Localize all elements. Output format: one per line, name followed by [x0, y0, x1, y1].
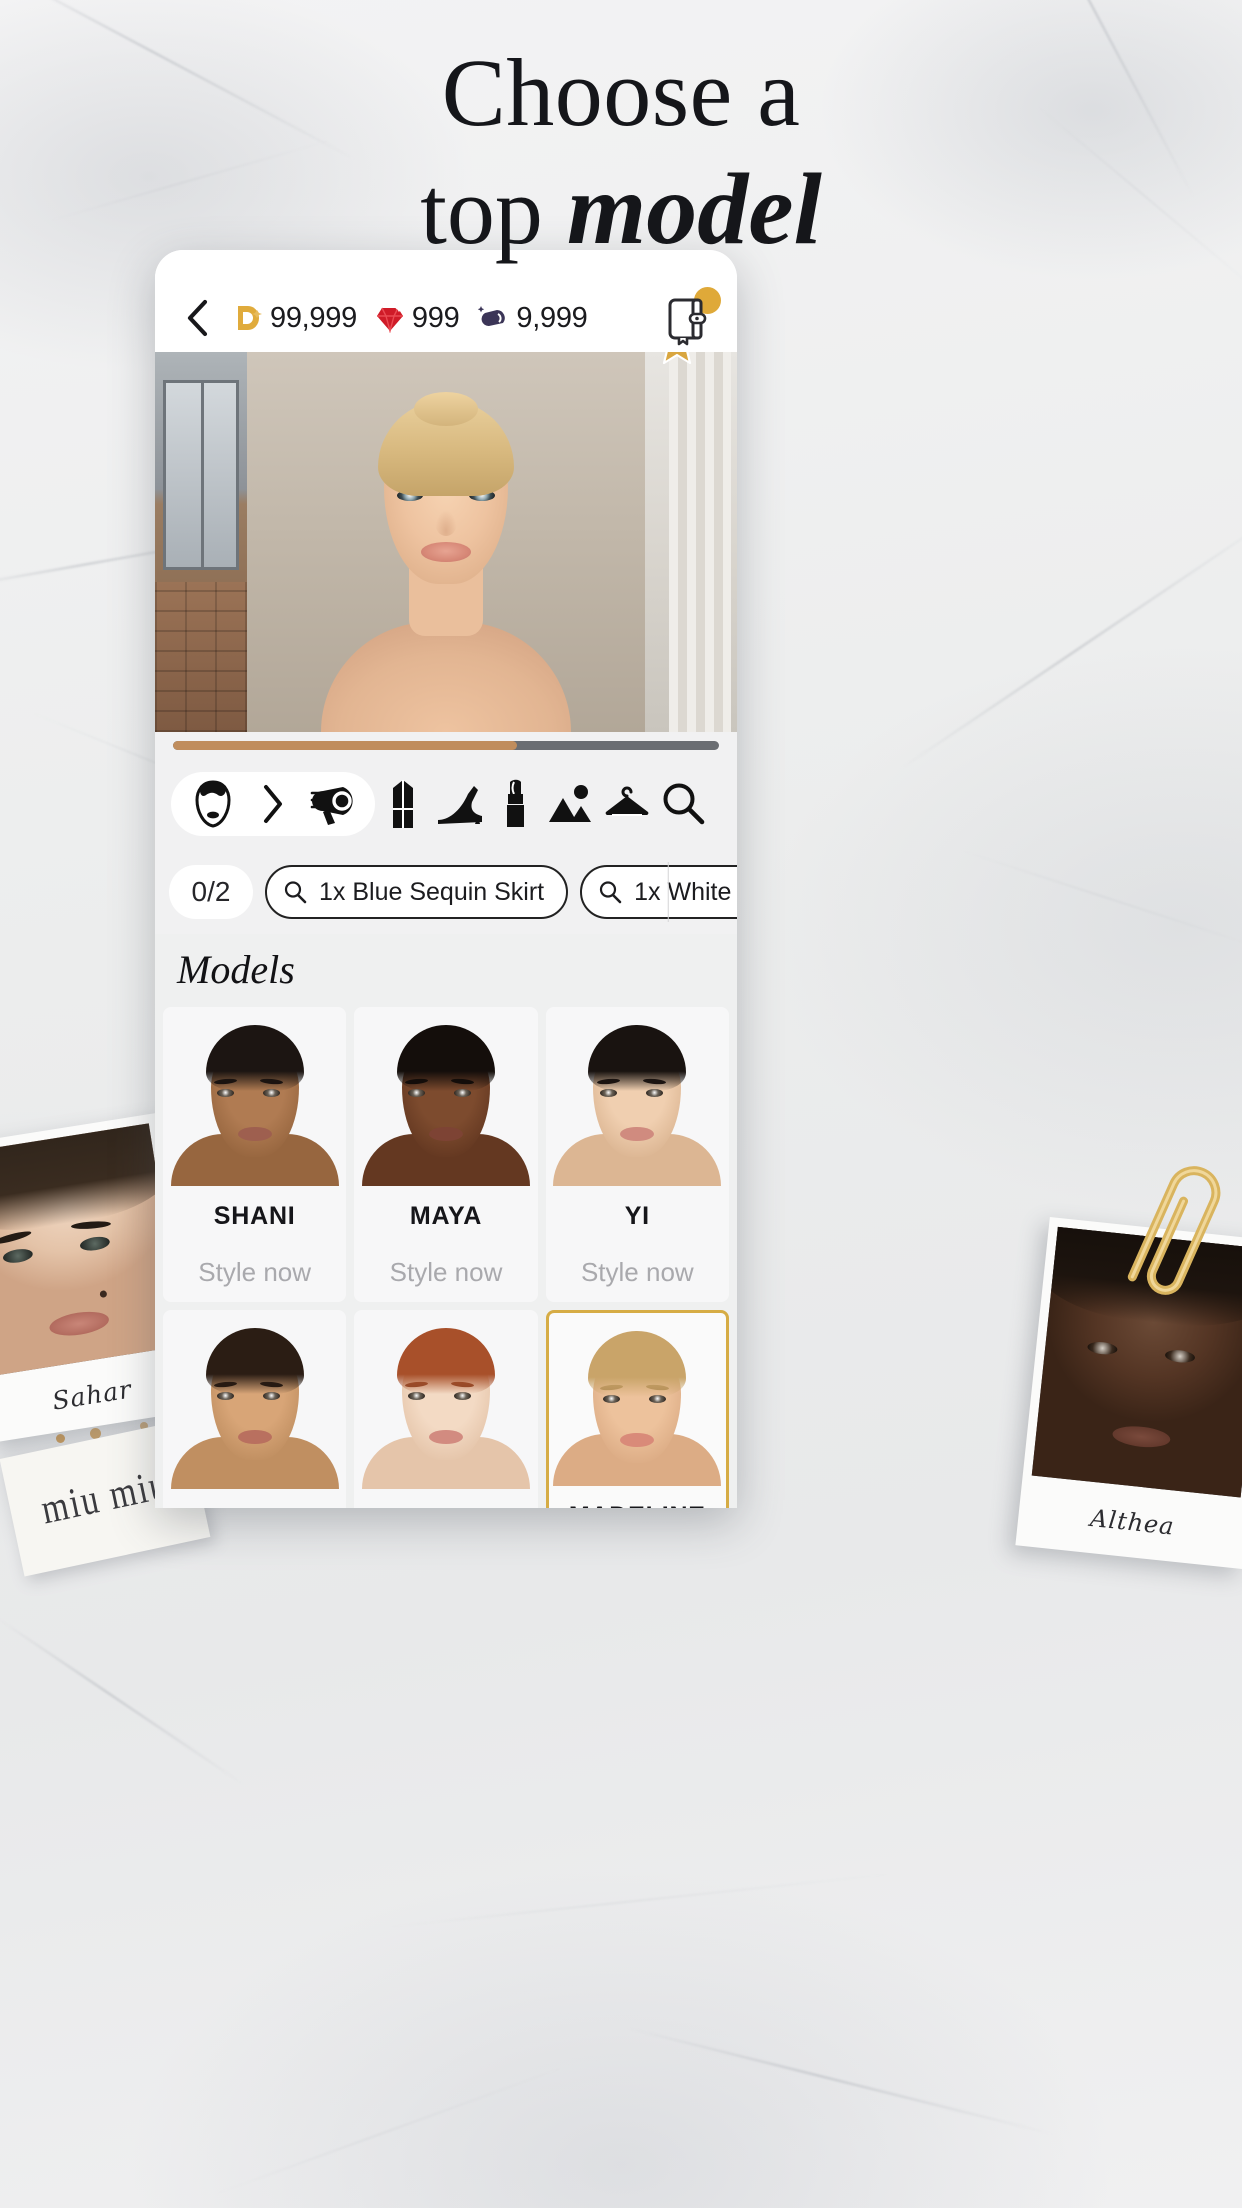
- currency-tickets[interactable]: 9,999: [477, 301, 588, 335]
- category-shoes[interactable]: [431, 776, 487, 832]
- headline-line-2-prefix: top: [420, 156, 567, 264]
- model-portrait: [546, 1007, 729, 1186]
- category-wardrobe[interactable]: [599, 776, 655, 832]
- lipstick-icon: [507, 779, 524, 827]
- back-button[interactable]: [177, 298, 217, 338]
- model-card-vivienne[interactable]: VIVIENNE Style now: [354, 1310, 538, 1508]
- requirements-chip-row: 0/2 1x Blue Sequin Skirt 1x White Top: [155, 850, 737, 934]
- star-icon: [662, 352, 692, 364]
- studio-curtain: [669, 352, 731, 732]
- model-name: GABRIELA: [186, 1505, 323, 1508]
- studio-brick-wall: [155, 582, 247, 732]
- face-head-icon: [195, 780, 231, 828]
- hair-dryer-icon: [310, 787, 353, 825]
- requirement-count-badge: 0/2: [169, 865, 253, 919]
- model-name: YI: [624, 1202, 650, 1230]
- model-card-gabriela[interactable]: GABRIELA Style now: [163, 1310, 347, 1508]
- headline-emphasis: model: [566, 152, 822, 266]
- phone-mockup: 99,999 999 9,999 0/2 1x Blue Sequin Skir…: [155, 250, 737, 1508]
- model-portrait: [354, 1007, 537, 1186]
- model-action-label: Style now: [198, 1257, 312, 1287]
- category-face[interactable]: [185, 776, 241, 832]
- gems-value: 999: [411, 301, 460, 334]
- label-tag-text: miu miu: [37, 1461, 173, 1534]
- scene-landscape-icon: [549, 785, 591, 822]
- requirement-chip-2-label: 1x White Top: [634, 877, 737, 906]
- model-action-label: Style now: [580, 1257, 694, 1287]
- model-portrait: [163, 1007, 346, 1186]
- star-multiplier-value: ×2: [702, 352, 727, 356]
- experience-bar-fill: [173, 740, 517, 750]
- model-portrait: [354, 1310, 537, 1489]
- category-makeup[interactable]: [487, 776, 543, 832]
- requirement-chip-2[interactable]: 1x White Top: [580, 865, 737, 919]
- category-scene[interactable]: [543, 776, 599, 832]
- coins-value: 99,999: [270, 301, 357, 334]
- clothes-hanger-icon: [605, 786, 649, 816]
- wardrobe-book-icon: [668, 298, 707, 346]
- model-portrait: [549, 1313, 726, 1486]
- headline-line-1: Choose a: [441, 39, 801, 146]
- gold-coin-icon: [238, 306, 262, 330]
- search-icon: [284, 881, 307, 904]
- model-action-label: Style now: [389, 1257, 503, 1287]
- wardrobe-button[interactable]: [663, 287, 721, 346]
- chevron-left-icon: [187, 299, 208, 337]
- category-more[interactable]: [245, 776, 301, 832]
- category-clothing[interactable]: [375, 776, 431, 832]
- dress-icon: [393, 780, 413, 828]
- active-category-pill: [171, 772, 375, 836]
- model-card-shani[interactable]: SHANI Style now: [163, 1007, 347, 1302]
- tickets-value: 9,999: [516, 301, 588, 334]
- model-name: VIVIENNE: [384, 1505, 507, 1508]
- model-card-maya[interactable]: MAYA Style now: [354, 1007, 538, 1302]
- category-hair[interactable]: [305, 776, 361, 832]
- selected-model-avatar: [321, 378, 571, 732]
- category-toolbar: [155, 758, 737, 850]
- models-section-title: Models: [177, 947, 295, 992]
- search-icon: [600, 881, 622, 904]
- search-icon: [663, 783, 705, 825]
- chevron-right-icon: [264, 785, 282, 823]
- studio-window: [163, 380, 239, 570]
- model-card-madeline[interactable]: MADELINE On Set: [545, 1310, 729, 1508]
- model-name: MAYA: [409, 1202, 483, 1230]
- purple-ticket-icon: [478, 306, 506, 327]
- requirement-chip-1-label: 1x Blue Sequin Skirt: [319, 877, 545, 906]
- high-heel-icon: [438, 786, 482, 824]
- star-multiplier-badge: ×2: [655, 352, 727, 364]
- model-name: SHANI: [213, 1202, 296, 1230]
- currency-gems[interactable]: 999: [375, 302, 460, 335]
- category-search[interactable]: [655, 776, 711, 832]
- requirement-chip-1[interactable]: 1x Blue Sequin Skirt: [265, 865, 569, 919]
- model-preview-stage[interactable]: ×2: [155, 352, 737, 732]
- models-section-header: Models: [155, 934, 737, 1007]
- model-card-yi[interactable]: YI Style now: [545, 1007, 729, 1302]
- model-portrait: [163, 1310, 346, 1489]
- page-title: Choose a top model: [0, 44, 1242, 262]
- experience-bar-row: [155, 732, 737, 758]
- models-grid: SHANI Style now MAYA Style now YI Style …: [155, 1007, 737, 1508]
- experience-bar-track: [173, 740, 719, 750]
- headline-line-2: top model: [0, 156, 1242, 264]
- model-name: MADELINE: [569, 1502, 706, 1508]
- currency-coins[interactable]: 99,999: [235, 302, 357, 335]
- red-gem-icon: [376, 305, 403, 333]
